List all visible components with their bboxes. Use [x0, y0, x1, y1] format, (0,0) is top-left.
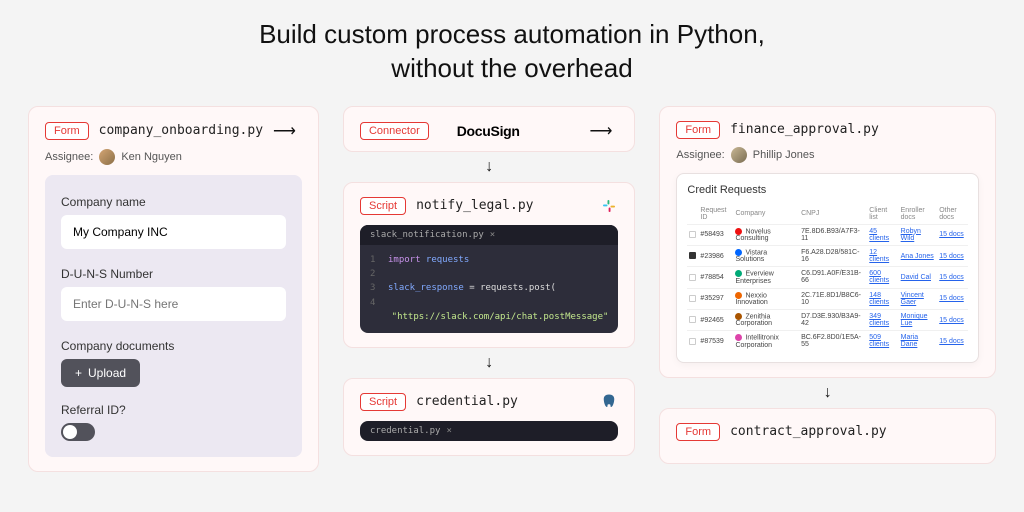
- upload-button[interactable]: + Upload: [61, 359, 140, 387]
- form-panel: Company name D-U-N-S Number Company docu…: [45, 175, 302, 457]
- tag-form: Form: [676, 423, 720, 441]
- checkbox[interactable]: [689, 338, 696, 345]
- arrow-down-icon: ↓: [343, 354, 635, 372]
- avatar-icon: [731, 147, 747, 163]
- credit-requests-table: Credit Requests Request IDCompanyCNPJCli…: [676, 173, 979, 363]
- table-header: CNPJ: [799, 204, 867, 225]
- tag-script: Script: [360, 197, 406, 215]
- checkbox[interactable]: [689, 316, 696, 323]
- docusign-logo: DocuSign: [457, 123, 520, 139]
- table-header: Other docs: [937, 204, 968, 225]
- tag-form: Form: [676, 121, 720, 139]
- label-referral: Referral ID?: [61, 403, 286, 417]
- tag-form: Form: [45, 122, 89, 140]
- slack-icon: [600, 197, 618, 215]
- code-editor: credential.py×: [360, 421, 618, 441]
- close-icon[interactable]: ×: [446, 426, 451, 436]
- script-card-notify: Script notify_legal.py slack_notificatio…: [343, 182, 635, 348]
- label-duns: D-U-N-S Number: [61, 267, 286, 281]
- plus-icon: +: [75, 366, 82, 380]
- table-header: Request ID: [698, 204, 733, 225]
- table-row[interactable]: #35297 Nexxio Innovation 2C.71E.8D1/B8C6…: [687, 288, 968, 309]
- table-header: Client list: [867, 204, 898, 225]
- checkbox[interactable]: [689, 295, 696, 302]
- label-docs: Company documents: [61, 339, 286, 353]
- label-company: Company name: [61, 195, 286, 209]
- arrow-right-icon: ⟶: [273, 121, 296, 141]
- arrow-down-icon: ↓: [343, 158, 635, 176]
- tag-script: Script: [360, 393, 406, 411]
- close-icon[interactable]: ×: [490, 230, 495, 240]
- form-card-finance: Form finance_approval.py Assignee: Phill…: [659, 106, 996, 378]
- table-header: Enroller docs: [899, 204, 938, 225]
- tag-connector: Connector: [360, 122, 429, 140]
- form-card-contract: Form contract_approval.py: [659, 408, 996, 464]
- form-card-onboarding: Form company_onboarding.py ⟶ Assignee: K…: [28, 106, 319, 472]
- referral-toggle[interactable]: [61, 423, 95, 441]
- filename: finance_approval.py: [730, 122, 879, 137]
- postgresql-icon: [600, 393, 618, 411]
- table-row[interactable]: #58493 Novelus Consulting 7E.8D6.B93/A7F…: [687, 224, 968, 245]
- table-row[interactable]: #92465 Zenithia Corporation D7.D3E.930/B…: [687, 309, 968, 330]
- table-row[interactable]: #78854 Everview Enterprises C6.D91.A0F/E…: [687, 267, 968, 288]
- table-row[interactable]: #23986 Vistara Solutions F6.A28.D28/581C…: [687, 245, 968, 266]
- checkbox[interactable]: [689, 252, 696, 259]
- script-card-credential: Script credential.py credential.py×: [343, 378, 635, 456]
- arrow-right-icon: ⟶: [589, 121, 612, 141]
- checkbox[interactable]: [689, 274, 696, 281]
- duns-input[interactable]: [61, 287, 286, 321]
- table-header: Company: [733, 204, 799, 225]
- filename: credential.py: [416, 394, 518, 409]
- connector-card: Connector DocuSign ⟶: [343, 106, 635, 152]
- workflow-canvas: Form company_onboarding.py ⟶ Assignee: K…: [0, 106, 1024, 472]
- assignee-row: Assignee: Phillip Jones: [676, 147, 979, 163]
- hero-heading: Build custom process automation in Pytho…: [0, 0, 1024, 106]
- filename: notify_legal.py: [416, 198, 533, 213]
- code-editor: slack_notification.py× 1import requests …: [360, 225, 618, 333]
- avatar-icon: [99, 149, 115, 165]
- table-row[interactable]: #87539 Intellitronix Corporation BC.6F2.…: [687, 331, 968, 352]
- assignee-row: Assignee: Ken Nguyen: [45, 149, 302, 165]
- filename: contract_approval.py: [730, 424, 887, 439]
- checkbox[interactable]: [689, 231, 696, 238]
- filename: company_onboarding.py: [99, 123, 263, 138]
- arrow-down-icon: ↓: [659, 384, 996, 402]
- company-name-input[interactable]: [61, 215, 286, 249]
